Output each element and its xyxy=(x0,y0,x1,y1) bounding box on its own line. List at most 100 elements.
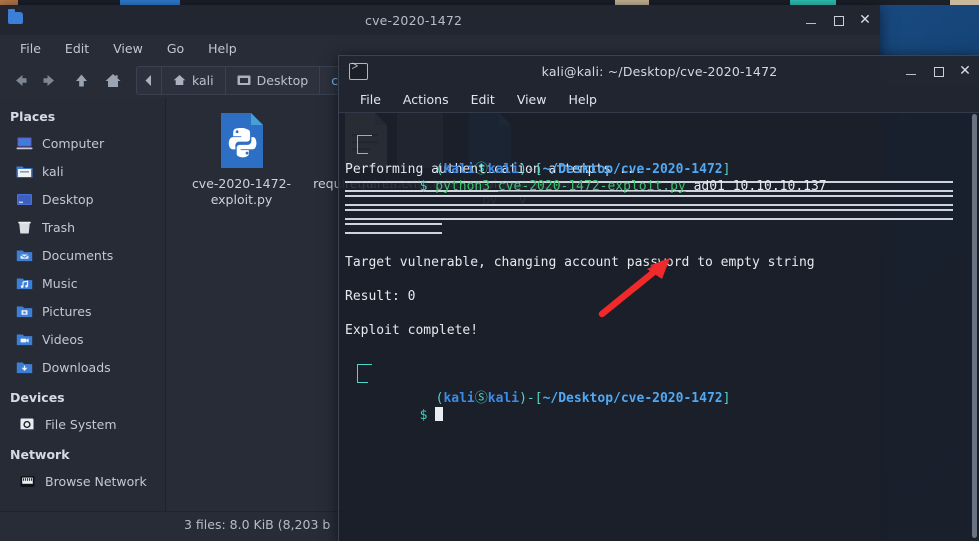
terminal-menu-file[interactable]: File xyxy=(349,89,392,110)
file-manager-titlebar[interactable]: cve-2020-1472 ✕ xyxy=(0,5,880,35)
sidebar-label-pictures: Pictures xyxy=(42,303,92,319)
progress-bar-4 xyxy=(345,223,442,234)
trash-icon xyxy=(16,220,33,235)
sidebar-label-file-system: File System xyxy=(45,416,117,432)
folder-icon xyxy=(8,9,23,24)
computer-icon xyxy=(16,136,33,151)
close-icon[interactable]: ✕ xyxy=(858,13,872,27)
terminal-args: ad01 10.10.10.137 xyxy=(693,179,827,194)
terminal-icon xyxy=(349,62,368,80)
terminal-line-result: Result: 0 xyxy=(345,289,416,304)
menu-item-edit[interactable]: Edit xyxy=(53,38,101,59)
terminal-line-cursor[interactable]: $ xyxy=(343,373,979,423)
breadcrumb-label-desktop: Desktop xyxy=(256,72,309,88)
sidebar-item-pictures[interactable]: Pictures xyxy=(0,297,165,325)
terminal-menu-actions[interactable]: Actions xyxy=(392,89,460,110)
breadcrumb-scroll-left[interactable] xyxy=(137,66,162,94)
sidebar-heading-devices: Devices xyxy=(10,390,65,405)
sidebar-label-desktop: Desktop xyxy=(42,191,94,207)
menu-item-go[interactable]: Go xyxy=(155,38,196,59)
back-arrow-icon[interactable] xyxy=(6,66,34,94)
network-icon xyxy=(19,474,36,489)
sidebar-item-music[interactable]: Music xyxy=(0,269,165,297)
terminal-output[interactable]: requirements.txt zerologon_tester.p y (k… xyxy=(339,113,979,541)
sidebar-item-documents[interactable]: Documents xyxy=(0,241,165,269)
harddisk-icon xyxy=(19,417,36,432)
desktop: cve-2020-1472 ✕ File Edit View Go Help k… xyxy=(0,0,979,541)
terminal-line-prompt-1: (kaliⓈkali)-[~/Desktop/cve-2020-1472] xyxy=(343,127,979,177)
close-icon[interactable]: ✕ xyxy=(958,64,972,78)
sidebar-item-trash[interactable]: Trash xyxy=(0,213,165,241)
downloads-folder-icon xyxy=(16,360,33,375)
terminal-title: kali@kali: ~/Desktop/cve-2020-1472 xyxy=(541,63,778,79)
home-icon[interactable] xyxy=(99,66,127,94)
menu-item-help[interactable]: Help xyxy=(196,38,249,59)
file-manager-title: cve-2020-1472 xyxy=(365,12,463,28)
terminal-menu-view[interactable]: View xyxy=(506,89,558,110)
terminal-menu-edit[interactable]: Edit xyxy=(460,89,506,110)
music-folder-icon xyxy=(16,276,33,291)
panel-chip-e xyxy=(950,0,979,5)
prompt-corner-icon xyxy=(357,373,368,383)
sidebar-label-downloads: Downloads xyxy=(42,359,111,375)
terminal-cursor xyxy=(435,407,444,421)
breadcrumb-item-desktop[interactable]: Desktop xyxy=(226,66,321,94)
terminal-menubar[interactable]: File Actions Edit View Help xyxy=(339,86,979,113)
prompt-corner-icon xyxy=(357,144,368,154)
sidebar-item-computer[interactable]: Computer xyxy=(0,129,165,157)
menu-item-file[interactable]: File xyxy=(8,38,53,59)
terminal-blank-4 xyxy=(343,339,979,356)
sidebar-item-browse-network[interactable]: Browse Network xyxy=(0,467,165,495)
terminal-script: cve-2020-1472-exploit.py xyxy=(497,179,686,194)
terminal-menu-help[interactable]: Help xyxy=(557,89,608,110)
maximize-icon[interactable] xyxy=(931,64,945,78)
sidebar[interactable]: Places Computer kali Desktop Trash Docum… xyxy=(0,98,166,511)
sidebar-item-kali[interactable]: kali xyxy=(0,157,165,185)
maximize-icon[interactable] xyxy=(831,13,845,27)
sidebar-label-music: Music xyxy=(42,275,78,291)
terminal-blank-1 xyxy=(343,237,979,254)
sidebar-item-downloads[interactable]: Downloads xyxy=(0,353,165,381)
sidebar-heading-network: Network xyxy=(10,447,70,462)
breadcrumb-label-kali: kali xyxy=(192,72,214,88)
terminal-line-command: $ python3 cve-2020-1472-exploit.py ad01 … xyxy=(343,144,979,194)
terminal-blank-3 xyxy=(343,305,979,322)
terminal-window[interactable]: kali@kali: ~/Desktop/cve-2020-1472 ✕ Fil… xyxy=(338,55,979,541)
file-manager-window-controls[interactable]: ✕ xyxy=(804,5,872,35)
file-item-exploit[interactable]: cve-2020-1472-exploit.py xyxy=(184,112,299,208)
videos-folder-icon xyxy=(16,332,33,347)
desktop-folder-icon xyxy=(16,192,33,207)
terminal-titlebar[interactable]: kali@kali: ~/Desktop/cve-2020-1472 ✕ xyxy=(339,56,979,86)
sidebar-item-file-system[interactable]: File System xyxy=(0,410,165,438)
home-icon xyxy=(173,75,186,85)
sidebar-label-trash: Trash xyxy=(42,219,76,235)
forward-arrow-icon[interactable] xyxy=(35,66,63,94)
pictures-folder-icon xyxy=(16,304,33,319)
terminal-program: python3 xyxy=(435,179,491,194)
terminal-line-prompt-2: (kaliⓈkali)-[~/Desktop/cve-2020-1472] xyxy=(343,356,979,406)
python-file-icon xyxy=(219,112,265,169)
terminal-window-controls[interactable]: ✕ xyxy=(904,56,972,86)
terminal-blank-2 xyxy=(343,271,979,288)
terminal-line-exploit-complete: Exploit complete! xyxy=(345,323,479,338)
folder-icon xyxy=(237,75,251,85)
sidebar-label-kali: kali xyxy=(42,163,64,179)
progress-bar-3 xyxy=(345,209,953,220)
terminal-scrollbar[interactable] xyxy=(972,114,977,538)
terminal-line-target-vulnerable: Target vulnerable, changing account pass… xyxy=(345,255,815,270)
status-text: 3 files: 8.0 KiB (8,203 b xyxy=(184,516,331,532)
sidebar-label-browse-network: Browse Network xyxy=(45,473,147,489)
file-label-exploit: cve-2020-1472-exploit.py xyxy=(191,176,292,207)
home-folder-icon xyxy=(16,164,33,179)
breadcrumb-item-kali[interactable]: kali xyxy=(162,66,226,94)
progress-bar-2 xyxy=(345,195,953,206)
up-arrow-icon[interactable] xyxy=(67,66,95,94)
sidebar-label-documents: Documents xyxy=(42,247,114,263)
minimize-icon[interactable] xyxy=(804,13,818,27)
sidebar-item-desktop[interactable]: Desktop xyxy=(0,185,165,213)
minimize-icon[interactable] xyxy=(904,64,918,78)
menu-item-view[interactable]: View xyxy=(101,38,155,59)
documents-folder-icon xyxy=(16,248,33,263)
sidebar-heading-places: Places xyxy=(10,109,56,124)
sidebar-item-videos[interactable]: Videos xyxy=(0,325,165,353)
